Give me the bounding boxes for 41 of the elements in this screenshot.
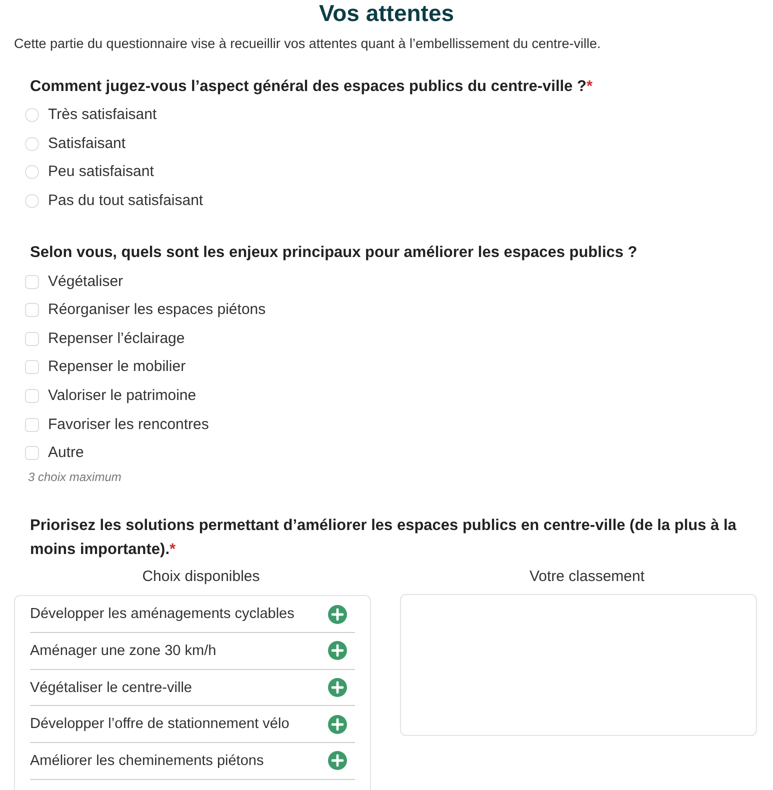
page-title: Vos attentes xyxy=(318,0,456,26)
option-label[interactable]: Autre xyxy=(48,443,84,464)
radio-button[interactable] xyxy=(25,108,39,122)
checkbox[interactable] xyxy=(25,274,39,289)
checkbox[interactable] xyxy=(25,360,39,374)
option-label[interactable]: Valoriser le patrimoine xyxy=(48,386,196,406)
choice-label[interactable]: Végétaliser le centre-ville xyxy=(30,678,192,698)
ranking-drop-area[interactable] xyxy=(400,594,757,736)
radio-button[interactable] xyxy=(25,165,39,180)
question-label: Comment jugez-vous l’aspect général des espaces publics du centre-ville ?* xyxy=(29,77,594,97)
radio-button[interactable] xyxy=(25,194,39,208)
choice-label[interactable]: Améliorer les cheminements piétons xyxy=(30,750,264,771)
add-icon[interactable] xyxy=(328,714,347,734)
choice-label[interactable]: Développer les aménagements cyclables xyxy=(30,604,294,624)
column-heading: Votre classement xyxy=(528,566,646,587)
column-heading: Choix disponibles xyxy=(141,566,261,587)
add-icon[interactable] xyxy=(328,604,347,624)
add-icon[interactable] xyxy=(328,641,347,660)
hint-text: 3 choix maximum xyxy=(27,468,122,485)
question-label: Priorisez les solutions permettant d’améliorer les espaces publics en centre-ville (de la plus à la moins importante).* xyxy=(29,516,738,560)
radio-button[interactable] xyxy=(25,136,39,151)
option-label[interactable]: Végétaliser xyxy=(48,272,124,292)
checkbox[interactable] xyxy=(25,332,39,346)
checkbox[interactable] xyxy=(25,446,39,460)
option-label[interactable]: Peu satisfaisant xyxy=(48,162,154,182)
option-label[interactable]: Très satisfaisant xyxy=(48,105,157,126)
checkbox[interactable] xyxy=(25,389,39,404)
option-label[interactable]: Repenser le mobilier xyxy=(48,357,186,378)
checkbox[interactable] xyxy=(25,418,39,432)
choice-label[interactable]: Aménager une zone 30 km/h xyxy=(30,640,216,661)
choice-label[interactable]: Développer l’offre de stationnement vélo xyxy=(30,714,290,734)
option-label[interactable]: Satisfaisant xyxy=(48,134,126,154)
option-label[interactable]: Pas du tout satisfaisant xyxy=(48,191,204,212)
option-label[interactable]: Favoriser les rencontres xyxy=(48,414,209,435)
option-label[interactable]: Réorganiser les espaces piétons xyxy=(48,300,266,320)
option-label[interactable]: Repenser l’éclairage xyxy=(48,328,185,349)
checkbox[interactable] xyxy=(25,303,39,318)
add-icon[interactable] xyxy=(328,678,347,698)
add-icon[interactable] xyxy=(328,751,347,770)
question-label: Selon vous, quels sont les enjeux principaux pour améliorer les espaces publics ? xyxy=(29,243,638,264)
intro-text: Cette partie du questionnaire vise à recueillir vos attentes quant à l’embellissement du centre-ville. xyxy=(14,35,602,53)
